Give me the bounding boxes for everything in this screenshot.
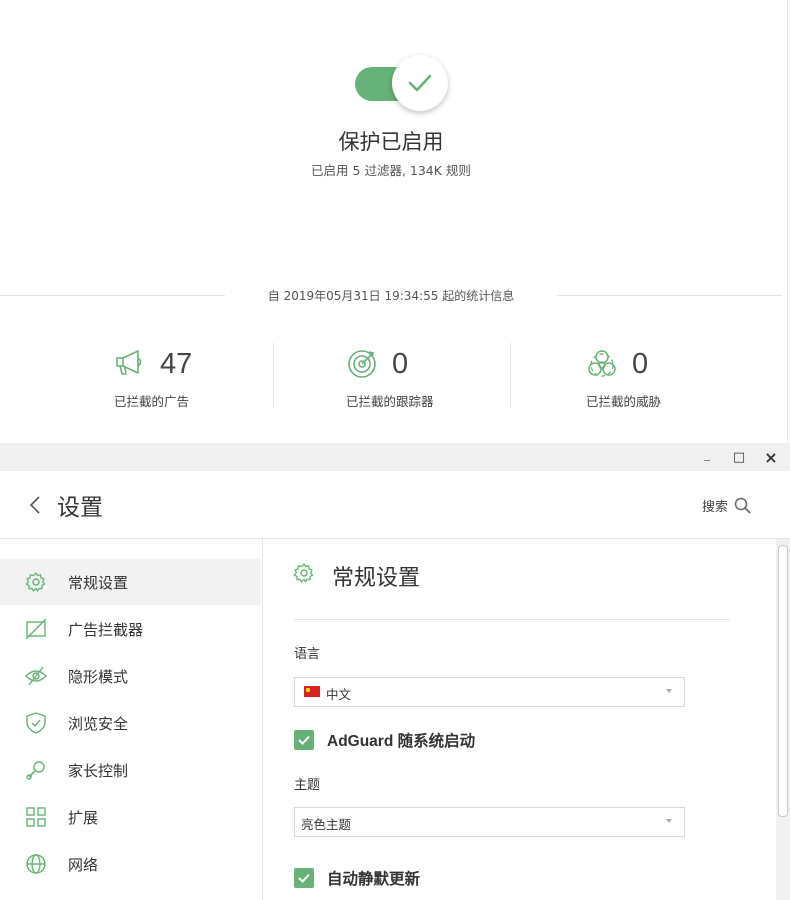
- protection-toggle-knob[interactable]: [392, 55, 448, 111]
- megaphone-icon: [116, 350, 142, 375]
- back-arrow-icon[interactable]: [26, 493, 46, 517]
- divider: [273, 343, 274, 408]
- window-titlebar: _ □ ×: [0, 443, 790, 471]
- divider: [294, 619, 730, 620]
- sidebar-item-extensions[interactable]: 扩展: [0, 794, 261, 840]
- theme-value: 亮色主题: [301, 817, 352, 832]
- close-button[interactable]: ×: [756, 443, 786, 471]
- grid-icon: [26, 807, 46, 827]
- stat-value: 47: [160, 348, 193, 380]
- sidebar-item-label: 隐形模式: [68, 668, 129, 686]
- silent-update-label: 自动静默更新: [327, 871, 421, 888]
- settings-sidebar: 常规设置 广告拦截器 隐形模式 浏览安全 家长控制 扩展 网络: [0, 539, 263, 900]
- rattle-icon: [26, 761, 45, 780]
- language-label: 语言: [294, 647, 321, 662]
- target-icon: [348, 350, 376, 378]
- search-button[interactable]: 搜索: [702, 493, 751, 517]
- content-scrollbar[interactable]: [776, 539, 790, 900]
- checkmark-icon: [298, 735, 310, 745]
- stat-value: 0: [632, 348, 649, 380]
- chevron-down-icon: [666, 819, 672, 823]
- globe-icon: [26, 854, 46, 874]
- general-settings-panel: 常规设置 语言 中文 AdGuard 随系统启动 主题 亮色主题 自动静默更新: [263, 539, 775, 900]
- autostart-checkbox[interactable]: [294, 730, 314, 750]
- theme-select[interactable]: 亮色主题: [294, 807, 685, 837]
- stat-blocked-threats: 0 已拦截的威胁: [586, 343, 706, 409]
- eye-slash-icon: [25, 666, 47, 686]
- divider: [0, 295, 225, 296]
- sidebar-item-parental-control[interactable]: 家长控制: [0, 747, 261, 793]
- china-flag-icon: [304, 686, 320, 697]
- sidebar-item-label: 扩展: [68, 809, 99, 827]
- scrollbar-thumb[interactable]: [778, 545, 788, 817]
- sidebar-item-label: 网络: [68, 856, 99, 874]
- gear-icon: [25, 572, 46, 592]
- sidebar-item-label: 常规设置: [68, 574, 129, 592]
- page-title: 设置: [57, 495, 103, 521]
- theme-label: 主题: [294, 778, 321, 793]
- stat-blocked-trackers: 0 已拦截的跟踪器: [346, 343, 466, 409]
- autostart-checkbox-row[interactable]: AdGuard 随系统启动: [294, 729, 475, 751]
- gear-icon: [293, 563, 314, 583]
- panel-border: [787, 0, 788, 443]
- stat-label: 已拦截的威胁: [586, 394, 662, 409]
- silent-update-checkbox-row[interactable]: 自动静默更新: [294, 867, 420, 889]
- sidebar-item-network[interactable]: 网络: [0, 841, 261, 887]
- stat-blocked-ads: 47 已拦截的广告: [114, 343, 234, 409]
- sidebar-item-label: 家长控制: [68, 762, 129, 780]
- settings-header: 设置 搜索: [0, 471, 790, 539]
- maximize-button[interactable]: □: [724, 443, 754, 471]
- autostart-label: AdGuard 随系统启动: [327, 733, 476, 750]
- protection-panel: 保护已启用 已启用 5 过滤器, 134K 规则 自 2019年05月31日 1…: [0, 0, 790, 443]
- maximize-icon: □: [732, 449, 746, 465]
- language-value: 中文: [326, 687, 352, 702]
- sidebar-item-browsing-security[interactable]: 浏览安全: [0, 700, 261, 746]
- checkmark-icon: [408, 74, 432, 92]
- biohazard-icon: [588, 350, 616, 377]
- stat-label: 已拦截的跟踪器: [346, 394, 434, 409]
- sidebar-item-stealth-mode[interactable]: 隐形模式: [0, 653, 261, 699]
- checkmark-icon: [298, 873, 310, 883]
- ad-blocker-icon: [25, 618, 47, 640]
- section-title: 常规设置: [332, 566, 421, 591]
- shield-icon: [26, 712, 46, 734]
- sidebar-item-label: 广告拦截器: [68, 621, 144, 639]
- sidebar-item-ad-blocker[interactable]: 广告拦截器: [0, 606, 261, 652]
- minimize-icon: _: [704, 447, 710, 461]
- minimize-button[interactable]: _: [692, 443, 722, 471]
- protection-status-title: 保护已启用: [338, 130, 444, 154]
- silent-update-checkbox[interactable]: [294, 868, 314, 888]
- sidebar-item-general[interactable]: 常规设置: [0, 559, 261, 605]
- stats-since-label: 自 2019年05月31日 19:34:55 起的统计信息: [267, 289, 515, 303]
- divider: [510, 343, 511, 408]
- stat-label: 已拦截的广告: [114, 394, 190, 409]
- stat-value: 0: [392, 348, 409, 380]
- protection-status-subtitle: 已启用 5 过滤器, 134K 规则: [311, 163, 471, 178]
- divider: [557, 295, 782, 296]
- search-label: 搜索: [702, 499, 729, 515]
- sidebar-item-label: 浏览安全: [68, 715, 129, 733]
- close-icon: ×: [764, 447, 778, 467]
- search-icon: [734, 497, 751, 514]
- language-select[interactable]: 中文: [294, 677, 685, 707]
- chevron-down-icon: [666, 689, 672, 693]
